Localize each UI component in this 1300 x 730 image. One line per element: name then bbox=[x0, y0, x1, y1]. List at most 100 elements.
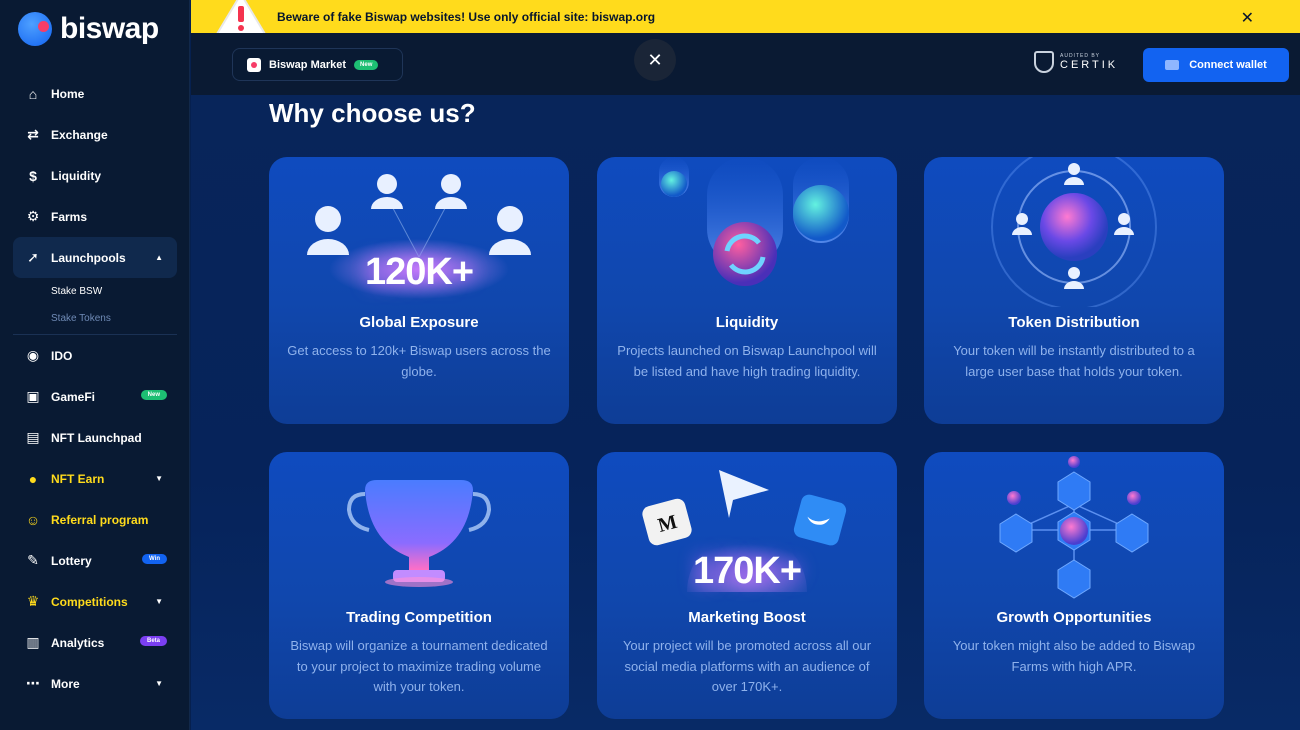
sidebar-item-farms[interactable]: ⚙ Farms bbox=[13, 196, 177, 237]
feature-card-token-distribution: Token Distribution Your token will be in… bbox=[924, 157, 1224, 424]
biswap-bird-icon bbox=[18, 12, 52, 46]
sidebar-item-launchpools[interactable]: ➚ Launchpools ▲ bbox=[13, 237, 177, 278]
biswap-logo[interactable]: biswap bbox=[18, 12, 159, 46]
feature-card-global-exposure: 120K+ Global Exposure Get access to 120k… bbox=[269, 157, 569, 424]
liquidity-illustration bbox=[659, 157, 849, 286]
feature-card-marketing-boost: M 170K+ Marketing Boost Your project wil… bbox=[597, 452, 897, 719]
card-description: Biswap will organize a tournament dedica… bbox=[290, 638, 548, 694]
card-title: Trading Competition bbox=[346, 609, 492, 626]
chevron-down-icon: ▼ bbox=[155, 679, 163, 688]
new-badge: New bbox=[354, 59, 379, 70]
sidebar-item-label: IDO bbox=[51, 348, 73, 363]
feature-card-liquidity: Liquidity Projects launched on Biswap La… bbox=[597, 157, 897, 424]
card-title: Global Exposure bbox=[359, 314, 479, 331]
sidebar-subitem-stake-bsw[interactable]: Stake BSW bbox=[13, 278, 177, 305]
new-badge: New bbox=[140, 390, 167, 400]
close-icon[interactable]: ✕ bbox=[634, 39, 676, 81]
exchange-icon: ⇄ bbox=[27, 126, 39, 142]
sidebar-item-more[interactable]: ⋯ More ▼ bbox=[13, 663, 177, 704]
sidebar-item-referral[interactable]: ☺ Referral program bbox=[13, 499, 177, 540]
sidebar-subitem-label: Stake Tokens bbox=[51, 313, 111, 324]
sidebar-item-label: Competitions bbox=[51, 594, 128, 609]
section-title: Why choose us? bbox=[269, 98, 476, 128]
sidebar-item-label: Lottery bbox=[51, 553, 92, 568]
sidebar-nav: ⌂ Home ⇄ Exchange $ Liquidity ⚙ Farms ➚ … bbox=[13, 73, 177, 704]
sidebar-item-liquidity[interactable]: $ Liquidity bbox=[13, 155, 177, 196]
home-icon: ⌂ bbox=[28, 85, 38, 102]
card-title: Liquidity bbox=[715, 314, 779, 331]
sidebar-item-label: Farms bbox=[51, 209, 88, 224]
card-description: Your token will be instantly distributed… bbox=[953, 343, 1195, 379]
card-description: Your token might also be added to Biswap… bbox=[952, 638, 1196, 674]
card-title: Growth Opportunities bbox=[996, 609, 1152, 626]
certik-audit-badge[interactable]: AUDITED BY CERTIK bbox=[1034, 51, 1118, 73]
connect-label: Connect wallet bbox=[1189, 59, 1267, 71]
feature-card-growth-opportunities: Growth Opportunities Your token might al… bbox=[924, 452, 1224, 719]
trophy-illustration bbox=[346, 480, 492, 587]
sidebar-item-label: Launchpools bbox=[51, 250, 126, 265]
sidebar-item-ido[interactable]: ◉ IDO bbox=[13, 335, 177, 376]
sidebar-item-label: More bbox=[51, 676, 80, 691]
sidebar-item-label: Exchange bbox=[51, 127, 108, 142]
market-label: Biswap Market bbox=[269, 58, 347, 71]
chevron-down-icon: ▼ bbox=[155, 597, 163, 606]
ticket-icon: ✎ bbox=[27, 552, 39, 568]
growth-illustration bbox=[999, 456, 1149, 599]
card-title: Marketing Boost bbox=[688, 609, 806, 626]
sidebar-item-nft-launchpad[interactable]: ▤ NFT Launchpad bbox=[13, 417, 177, 458]
sidebar-item-label: NFT Launchpad bbox=[51, 430, 142, 445]
sidebar-item-nft-earn[interactable]: ● NFT Earn ▼ bbox=[13, 458, 177, 499]
warning-banner: Beware of fake Biswap websites! Use only… bbox=[191, 0, 1300, 35]
brand-name: biswap bbox=[60, 12, 159, 45]
shopping-bag-icon bbox=[247, 57, 261, 72]
beta-badge: Beta bbox=[139, 636, 167, 646]
sidebar-item-label: Analytics bbox=[51, 635, 105, 650]
certik-text: CERTIK bbox=[1060, 59, 1119, 71]
audience-count-graphic: 170K+ bbox=[692, 550, 802, 592]
sidebar-item-competitions[interactable]: ♛ Competitions ▼ bbox=[13, 581, 177, 622]
sidebar: biswap ⌂ Home ⇄ Exchange $ Liquidity ⚙ F… bbox=[0, 0, 190, 730]
sidebar-item-lottery[interactable]: ✎ Lottery Win bbox=[13, 540, 177, 581]
sidebar-item-exchange[interactable]: ⇄ Exchange bbox=[13, 114, 177, 155]
card-description: Your project will be promoted across all… bbox=[622, 638, 872, 694]
card-title: Token Distribution bbox=[1008, 314, 1140, 331]
sidebar-item-label: GameFi bbox=[51, 389, 96, 404]
sidebar-item-analytics[interactable]: ▥ Analytics Beta bbox=[13, 622, 177, 663]
trophy-icon: ♛ bbox=[26, 593, 40, 609]
nft-icon: ▤ bbox=[26, 429, 40, 445]
sidebar-item-label: NFT Earn bbox=[51, 471, 105, 486]
liquidity-icon: $ bbox=[29, 167, 37, 184]
wallet-icon bbox=[1165, 60, 1180, 70]
distribution-illustration bbox=[991, 157, 1157, 307]
sidebar-item-gamefi[interactable]: ▣ GameFi New bbox=[13, 376, 177, 417]
card-description: Get access to 120k+ Biswap users across … bbox=[287, 343, 551, 379]
main-content: Why choose us? 120K+ Global Exposure Get… bbox=[191, 95, 1300, 730]
sidebar-item-label: Referral program bbox=[51, 512, 149, 527]
nft-coins-icon: ● bbox=[28, 470, 38, 487]
gamepad-icon: ▣ bbox=[26, 388, 40, 404]
win-badge: Win bbox=[142, 554, 167, 564]
sidebar-item-home[interactable]: ⌂ Home bbox=[13, 73, 177, 114]
chevron-up-icon: ▲ bbox=[155, 253, 163, 262]
chart-icon: ▥ bbox=[26, 634, 40, 650]
sidebar-subitem-label: Stake BSW bbox=[51, 286, 103, 297]
rocket-icon: ➚ bbox=[27, 249, 39, 265]
banner-close-icon[interactable]: ✕ bbox=[1241, 8, 1254, 28]
referral-icon: ☺ bbox=[25, 511, 41, 528]
top-bar: Biswap Market New ✕ AUDITED BY CERTIK Co… bbox=[191, 33, 1300, 95]
feature-card-trading-competition: Trading Competition Biswap will organize… bbox=[269, 452, 569, 719]
chevron-down-icon: ▼ bbox=[155, 474, 163, 483]
more-icon: ⋯ bbox=[26, 675, 40, 691]
sidebar-item-label: Liquidity bbox=[51, 168, 101, 183]
ido-icon: ◉ bbox=[26, 347, 40, 363]
card-description: Projects launched on Biswap Launchpool w… bbox=[617, 343, 877, 379]
sidebar-subitem-stake-tokens[interactable]: Stake Tokens bbox=[13, 305, 177, 332]
users-count-graphic: 120K+ bbox=[364, 251, 474, 293]
sidebar-item-label: Home bbox=[51, 86, 85, 101]
certik-shield-icon bbox=[1034, 51, 1054, 73]
banner-text: Beware of fake Biswap websites! Use only… bbox=[277, 10, 656, 24]
connect-wallet-button[interactable]: Connect wallet bbox=[1143, 48, 1289, 82]
farms-icon: ⚙ bbox=[26, 208, 40, 224]
warning-icon bbox=[215, 0, 267, 35]
biswap-market-button[interactable]: Biswap Market New bbox=[232, 48, 403, 81]
